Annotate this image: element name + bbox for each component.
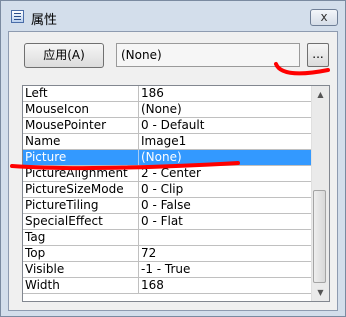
property-value[interactable]: Image1 bbox=[139, 134, 311, 149]
property-value[interactable]: 0 - Clip bbox=[139, 182, 311, 197]
property-row[interactable]: PictureSizeMode 0 - Clip bbox=[23, 182, 311, 198]
property-row[interactable]: Width 168 bbox=[23, 278, 311, 294]
property-value[interactable]: (None) bbox=[139, 150, 311, 165]
property-name: PictureAlignment bbox=[23, 166, 139, 181]
property-name: Width bbox=[23, 278, 139, 293]
property-value[interactable]: 0 - False bbox=[139, 198, 311, 213]
property-row[interactable]: Visible -1 - True bbox=[23, 262, 311, 278]
property-row[interactable]: SpecialEffect 0 - Flat bbox=[23, 214, 311, 230]
property-row[interactable]: PictureTiling 0 - False bbox=[23, 198, 311, 214]
property-value[interactable]: 0 - Flat bbox=[139, 214, 311, 229]
property-row[interactable]: Top 72 bbox=[23, 246, 311, 262]
property-name: Picture bbox=[23, 150, 139, 165]
property-row[interactable]: Name Image1 bbox=[23, 134, 311, 150]
properties-panel: 应用(A) (None) ... Left 186 MouseIcon (None) M… bbox=[8, 31, 338, 311]
property-grid[interactable]: Left 186 MouseIcon (None) MousePointer 0 - De… bbox=[22, 85, 330, 302]
property-value[interactable] bbox=[139, 230, 311, 245]
close-button[interactable]: x bbox=[310, 9, 338, 26]
property-value[interactable]: -1 - True bbox=[139, 262, 311, 277]
property-row[interactable]: Tag bbox=[23, 230, 311, 246]
property-row[interactable]: MouseIcon (None) bbox=[23, 102, 311, 118]
properties-window-icon bbox=[11, 10, 24, 23]
property-value[interactable]: 72 bbox=[139, 246, 311, 261]
window-title: 属性 bbox=[31, 13, 58, 28]
property-value[interactable]: 168 bbox=[139, 278, 311, 293]
property-row[interactable]: MousePointer 0 - Default bbox=[23, 118, 311, 134]
browse-ellipsis-button[interactable]: ... bbox=[307, 43, 329, 67]
property-name: MouseIcon bbox=[23, 102, 139, 117]
property-value[interactable]: (None) bbox=[139, 102, 311, 117]
property-name: PictureTiling bbox=[23, 198, 139, 213]
property-row[interactable]: Left 186 bbox=[23, 86, 311, 102]
property-name: PictureSizeMode bbox=[23, 182, 139, 197]
property-name: MousePointer bbox=[23, 118, 139, 133]
property-list: Left 186 MouseIcon (None) MousePointer 0 - De… bbox=[23, 86, 311, 294]
property-value[interactable]: 186 bbox=[139, 86, 311, 101]
property-value[interactable]: 2 - Center bbox=[139, 166, 311, 181]
property-value[interactable]: 0 - Default bbox=[139, 118, 311, 133]
scroll-thumb[interactable] bbox=[313, 190, 326, 283]
vertical-scrollbar[interactable]: ▲ ▼ bbox=[311, 86, 329, 301]
scroll-up-arrow-icon[interactable]: ▲ bbox=[312, 86, 329, 103]
property-row[interactable]: PictureAlignment 2 - Center bbox=[23, 166, 311, 182]
property-name: Left bbox=[23, 86, 139, 101]
property-row[interactable]: Picture (None) bbox=[23, 150, 311, 166]
properties-window: 属性 x 应用(A) (None) ... Left 186 MouseIcon (N… bbox=[0, 0, 346, 317]
property-value-field[interactable]: (None) bbox=[116, 43, 300, 67]
title-bar[interactable]: 属性 x bbox=[1, 1, 345, 31]
property-name: SpecialEffect bbox=[23, 214, 139, 229]
scroll-down-arrow-icon[interactable]: ▼ bbox=[312, 284, 329, 301]
property-name: Name bbox=[23, 134, 139, 149]
property-name: Tag bbox=[23, 230, 139, 245]
property-name: Visible bbox=[23, 262, 139, 277]
property-name: Top bbox=[23, 246, 139, 261]
apply-button[interactable]: 应用(A) bbox=[24, 43, 104, 68]
